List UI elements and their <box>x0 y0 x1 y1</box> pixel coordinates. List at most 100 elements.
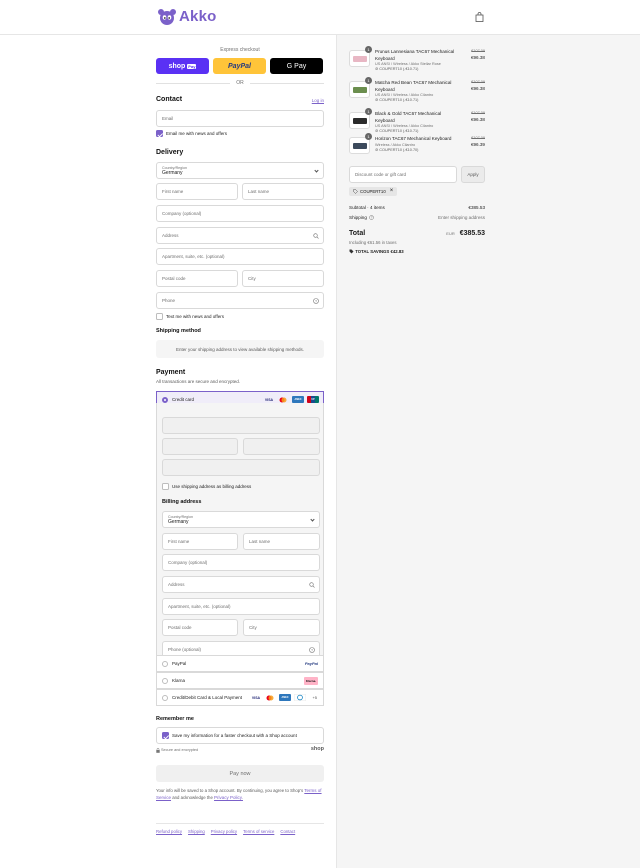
total-value: €385.53 <box>459 230 485 237</box>
shipping-link[interactable]: Shipping <box>188 829 205 834</box>
shipping-value: Enter shipping address <box>438 215 485 220</box>
phone-field[interactable]: Phone ? <box>156 292 324 309</box>
same-address-label: Use shipping address as billing address <box>172 484 252 489</box>
terms-of-service-footer-link[interactable]: Terms of service <box>243 829 274 834</box>
text-news-checkbox[interactable] <box>156 313 163 320</box>
help-icon[interactable]: ? <box>309 647 315 653</box>
klarna-option[interactable]: Klarna Klarna. <box>156 672 324 689</box>
help-icon[interactable]: ? <box>369 215 375 220</box>
tag-icon <box>349 249 354 254</box>
header: Akko <box>0 0 640 35</box>
billing-address-placeholder: Address <box>168 582 185 587</box>
shipping-label: Shipping <box>349 215 367 220</box>
product-info: Horizon TAC67 Mechanical Keyboard Wireles… <box>375 136 459 153</box>
address-field[interactable]: Address <box>156 227 324 244</box>
total-row: Total EUR €385.53 <box>349 230 485 237</box>
refund-policy-link[interactable]: Refund policy <box>156 829 182 834</box>
save-info-checkbox[interactable] <box>162 732 169 739</box>
contact-title: Contact <box>156 96 183 103</box>
taxes-note: Including €61.56 in taxes <box>349 240 397 245</box>
klarna-label: Klarna <box>172 678 186 683</box>
product-discount-text: COUPERT10 (-€10.71) <box>379 67 419 71</box>
discount-code-field[interactable]: Discount code or gift card <box>349 166 457 183</box>
local-payment-label: Credit/Debit Card & Local Payment <box>172 695 243 700</box>
product-info: Black & Gold TAC67 Mechanical Keyboard US… <box>375 111 459 134</box>
product-name: Horizon TAC67 Mechanical Keyboard <box>375 136 452 141</box>
discount-chip-code: COUPERT10 <box>360 189 386 194</box>
more-methods-label: +5 <box>312 695 317 700</box>
apply-button[interactable]: Apply <box>461 166 485 183</box>
contact-link[interactable]: Contact <box>280 829 295 834</box>
brand-logo[interactable]: Akko <box>158 8 216 25</box>
brand-name: Akko <box>179 8 217 25</box>
product-item: 1 Black & Gold TAC67 Mechanical Keyboard U… <box>349 108 485 134</box>
card-cvc-field[interactable] <box>243 438 320 455</box>
quantity-badge: 1 <box>365 77 372 84</box>
product-discount: ⊘ COUPERT10 (-€10.71) <box>375 129 459 134</box>
billing-phone-placeholder: Phone (optional) <box>168 647 202 652</box>
billing-country-select[interactable]: Country/Region Germany <box>162 511 320 528</box>
terms-text: Your info will be saved to a Shop accoun… <box>156 788 324 801</box>
last-name-field[interactable]: Last name <box>242 183 324 200</box>
product-discount-text: COUPERT10 (-€10.71) <box>379 129 419 133</box>
email-field[interactable]: Email <box>156 110 324 127</box>
product-old-price: €107.09 <box>471 49 485 53</box>
amex-icon: AMEX <box>292 396 304 403</box>
billing-first-name-field[interactable]: First name <box>162 533 238 550</box>
billing-apartment-field[interactable]: Apartment, suite, etc. (optional) <box>162 598 320 615</box>
paypal-button[interactable]: PayPal <box>213 58 266 74</box>
product-name: Black & Gold TAC67 Mechanical Keyboard <box>375 111 442 123</box>
pay-now-button[interactable]: Pay now <box>156 765 324 782</box>
card-name-field[interactable] <box>162 459 320 476</box>
local-payment-option[interactable]: Credit/Debit Card & Local Payment VISA A… <box>156 689 324 706</box>
city-field[interactable]: City <box>242 270 324 287</box>
billing-postal-field[interactable]: Postal code <box>162 619 238 636</box>
remove-discount-icon[interactable]: × <box>390 188 394 194</box>
shop-logo: shop <box>310 746 324 752</box>
card-number-field[interactable] <box>162 417 320 434</box>
chevron-down-icon <box>314 168 319 173</box>
shipping-method-notice: Enter your shipping address to view avai… <box>156 340 324 358</box>
card-expiry-field[interactable] <box>162 438 238 455</box>
svg-text:?: ? <box>371 216 373 220</box>
postal-code-field[interactable]: Postal code <box>156 270 238 287</box>
billing-address-field[interactable]: Address <box>162 576 320 593</box>
billing-company-field[interactable]: Company (optional) <box>162 554 320 571</box>
subtotal-row: Subtotal · 4 items €385.53 <box>349 205 485 210</box>
billing-last-name-field[interactable]: Last name <box>243 533 320 550</box>
billing-address-title: Billing address <box>162 499 202 505</box>
help-icon[interactable]: ? <box>313 298 319 304</box>
shopping-bag-icon[interactable] <box>475 12 484 22</box>
privacy-policy-link[interactable]: Privacy Policy. <box>214 795 243 800</box>
klarna-radio[interactable] <box>162 678 168 684</box>
country-select[interactable]: Country/Region Germany <box>156 162 324 179</box>
email-news-checkbox[interactable] <box>156 130 163 137</box>
billing-city-field[interactable]: City <box>243 619 320 636</box>
paypal-radio[interactable] <box>162 661 168 667</box>
product-discount: ⊘ COUPERT10 (-€10.70) <box>375 148 459 153</box>
product-price: €96.38 <box>470 117 485 122</box>
express-checkout-label: Express checkout <box>220 47 260 53</box>
total-label: Total <box>349 230 366 237</box>
shop-pay-button[interactable]: shop Pay <box>156 58 209 74</box>
company-field[interactable]: Company (optional) <box>156 205 324 222</box>
email-news-label: Email me with news and offers <box>166 131 227 136</box>
privacy-policy-footer-link[interactable]: Privacy policy <box>211 829 237 834</box>
billing-country-value: Germany <box>168 518 189 525</box>
chevron-down-icon <box>310 517 315 522</box>
local-payment-radio[interactable] <box>162 695 168 701</box>
same-address-checkbox[interactable] <box>162 483 169 490</box>
product-name: Matcha Red Bean TAC67 Mechanical Keyboar… <box>375 80 452 92</box>
paypal-logo-icon: PayPal <box>304 661 318 666</box>
login-link[interactable]: Log in <box>312 98 324 103</box>
save-info-label: Save my information for a faster checkou… <box>172 733 297 738</box>
first-name-field[interactable]: First name <box>156 183 238 200</box>
quantity-badge: 1 <box>365 46 372 53</box>
search-icon <box>313 233 319 239</box>
currency-label: EUR <box>446 231 455 236</box>
shipping-row: Shipping ? Enter shipping address <box>349 215 485 220</box>
google-pay-button[interactable]: G Pay <box>270 58 323 74</box>
apartment-field[interactable]: Apartment, suite, etc. (optional) <box>156 248 324 265</box>
paypal-option[interactable]: PayPal PayPal <box>156 655 324 672</box>
order-summary-panel <box>336 35 640 868</box>
